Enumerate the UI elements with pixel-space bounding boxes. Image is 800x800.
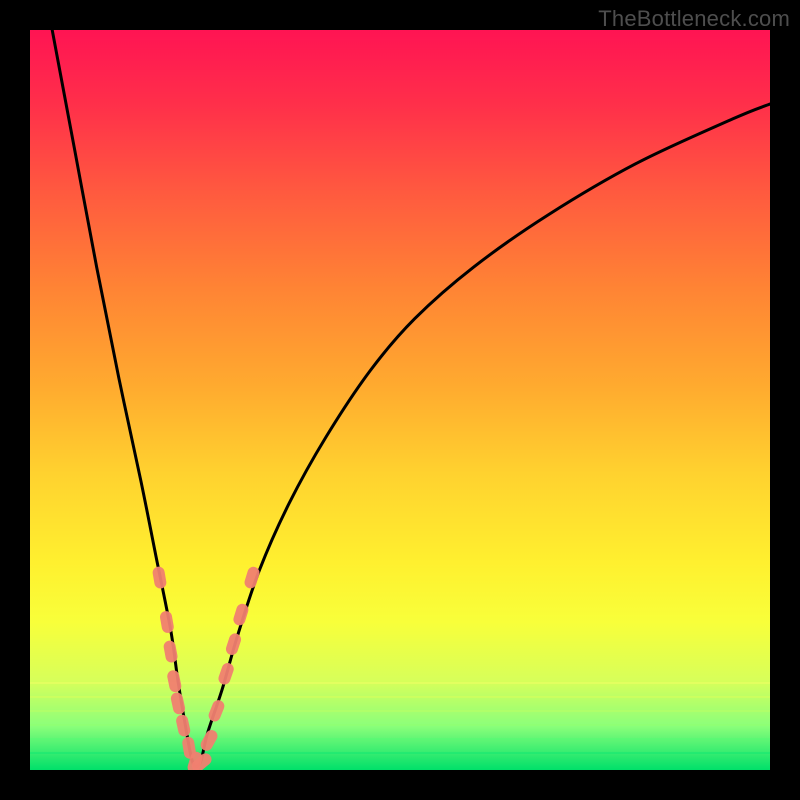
chart-svg: [30, 30, 770, 770]
marker-pill: [175, 714, 191, 738]
marker-pill: [163, 640, 179, 664]
marker-pill: [224, 632, 242, 657]
bottleneck-curve-line: [52, 30, 770, 767]
marker-pill: [159, 610, 175, 634]
marker-pill: [199, 728, 220, 753]
outer-black-frame: TheBottleneck.com: [0, 0, 800, 800]
marker-pill: [152, 566, 168, 590]
watermark-text: TheBottleneck.com: [598, 6, 790, 32]
marker-pill: [170, 691, 186, 715]
marker-pill: [217, 661, 236, 686]
marker-pill: [166, 669, 182, 693]
marker-pill: [207, 698, 226, 723]
marker-cluster-group: [152, 565, 261, 770]
plot-area: [30, 30, 770, 770]
